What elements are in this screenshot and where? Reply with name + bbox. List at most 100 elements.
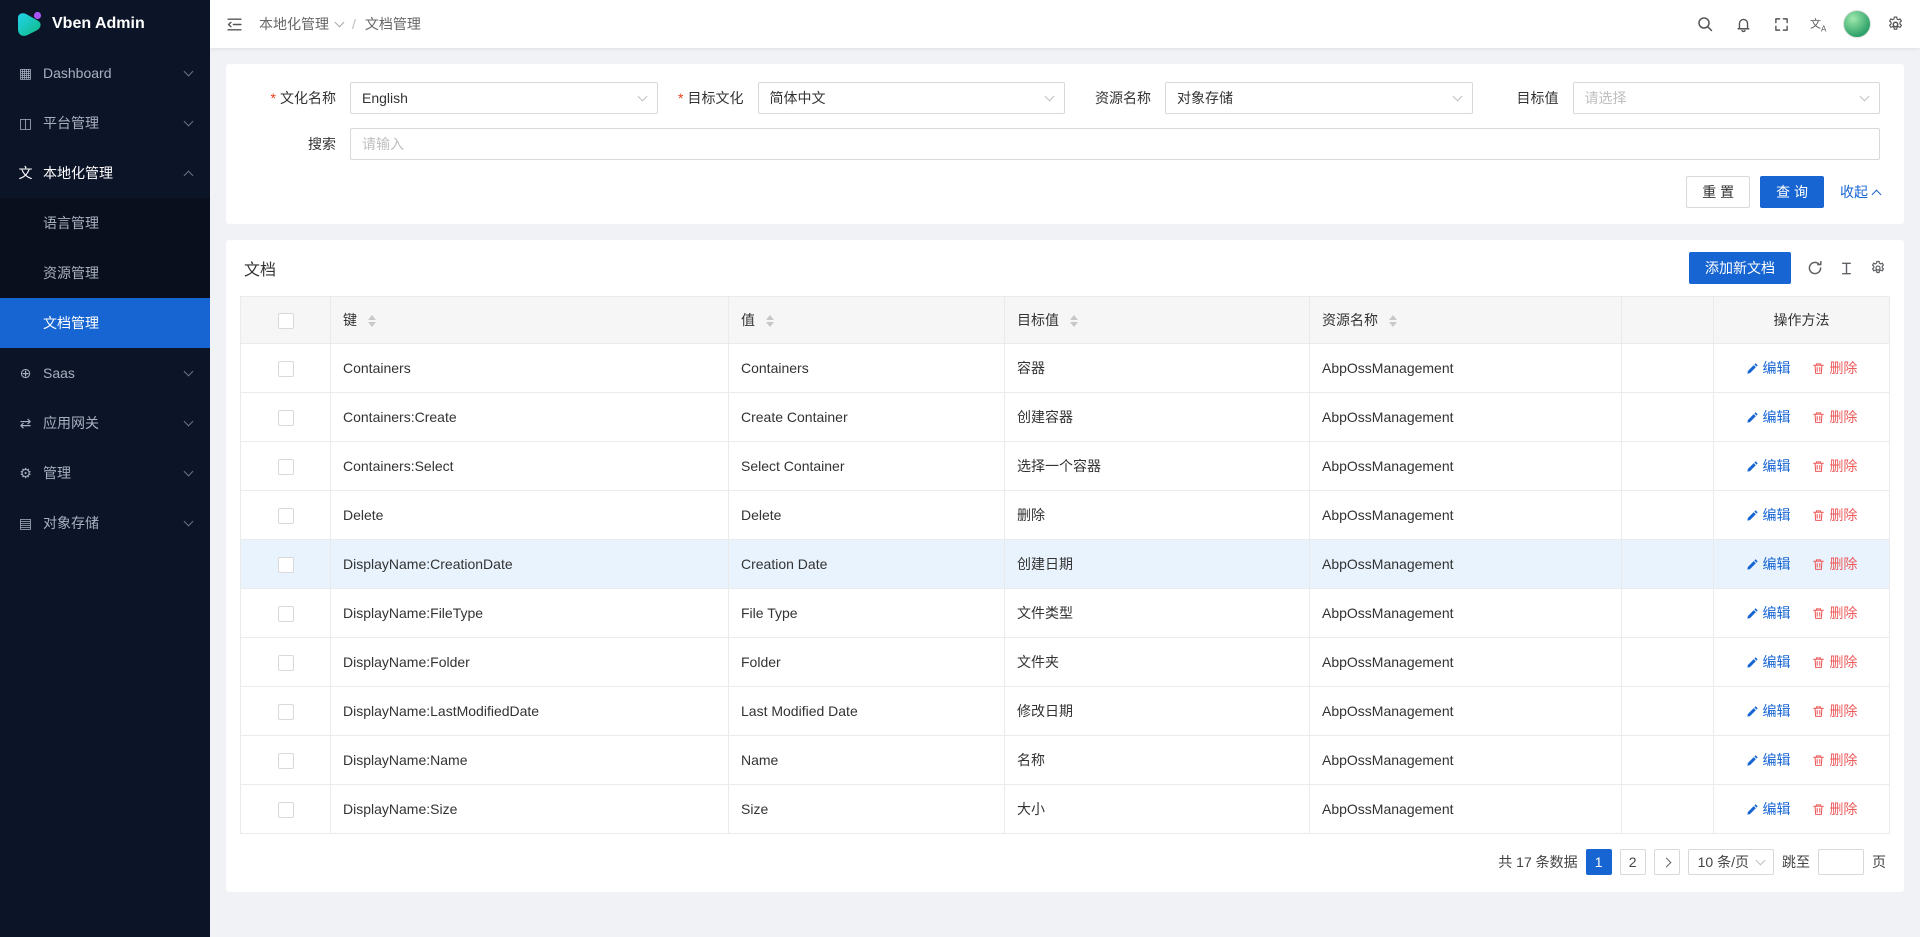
table-row[interactable]: DisplayName:Name Name 名称 AbpOssManagemen… (241, 736, 1890, 785)
refresh-icon[interactable] (1807, 260, 1823, 276)
fullscreen-icon[interactable] (1762, 0, 1800, 48)
cell-resource: AbpOssManagement (1310, 442, 1622, 491)
management-icon: ⚙ (17, 465, 34, 482)
edit-button[interactable]: 编辑 (1746, 358, 1791, 378)
edit-button[interactable]: 编辑 (1746, 652, 1791, 672)
pencil-icon (1746, 460, 1759, 473)
sidebar-item-localization[interactable]: 文 本地化管理 (0, 148, 210, 198)
edit-button[interactable]: 编辑 (1746, 750, 1791, 770)
collapse-link[interactable]: 收起 (1840, 182, 1880, 202)
sidebar-item-document-management[interactable]: 文档管理 (0, 298, 210, 348)
sidebar-item-language-management[interactable]: 语言管理 (0, 198, 210, 248)
culture-select[interactable]: English (350, 82, 658, 114)
row-checkbox[interactable] (278, 361, 294, 377)
column-header-value[interactable]: 值 (729, 297, 1005, 344)
delete-button[interactable]: 删除 (1812, 505, 1857, 525)
sidebar-item-platform[interactable]: ◫ 平台管理 (0, 98, 210, 148)
table-row[interactable]: DisplayName:Folder Folder 文件夹 AbpOssMana… (241, 638, 1890, 687)
page-button-2[interactable]: 2 (1620, 849, 1646, 875)
chevron-down-icon (184, 466, 194, 476)
svg-text:A: A (1821, 24, 1827, 33)
edit-button[interactable]: 编辑 (1746, 701, 1791, 721)
sidebar-item-saas[interactable]: ⊕ Saas (0, 348, 210, 398)
sidebar-item-object-storage[interactable]: ▤ 对象存储 (0, 498, 210, 548)
row-checkbox[interactable] (278, 753, 294, 769)
sidebar-fold-icon[interactable] (226, 16, 243, 33)
search-icon[interactable] (1686, 0, 1724, 48)
jump-page-input[interactable] (1818, 849, 1864, 875)
select-all-header[interactable] (241, 297, 331, 344)
edit-button[interactable]: 编辑 (1746, 407, 1791, 427)
row-checkbox[interactable] (278, 606, 294, 622)
table-row[interactable]: Delete Delete 删除 AbpOssManagement 编辑 (241, 491, 1890, 540)
add-document-button[interactable]: 添加新文档 (1689, 252, 1791, 284)
next-page-button[interactable] (1654, 849, 1680, 875)
table-row[interactable]: Containers:Create Create Container 创建容器 … (241, 393, 1890, 442)
row-height-icon[interactable] (1839, 261, 1854, 276)
chevron-down-icon (184, 366, 194, 376)
topbar: 本地化管理 / 文档管理 (210, 0, 1920, 48)
table-row[interactable]: DisplayName:FileType File Type 文件类型 AbpO… (241, 589, 1890, 638)
delete-button[interactable]: 删除 (1812, 456, 1857, 476)
sidebar-item-resource-management[interactable]: 资源管理 (0, 248, 210, 298)
edit-button[interactable]: 编辑 (1746, 603, 1791, 623)
delete-button[interactable]: 删除 (1812, 799, 1857, 819)
table-row[interactable]: Containers:Select Select Container 选择一个容… (241, 442, 1890, 491)
page-button-1[interactable]: 1 (1586, 849, 1612, 875)
translate-icon[interactable]: 文 A (1800, 0, 1838, 48)
delete-button[interactable]: 删除 (1812, 652, 1857, 672)
row-checkbox[interactable] (278, 508, 294, 524)
column-header-resource[interactable]: 资源名称 (1310, 297, 1622, 344)
cell-key: Containers (331, 344, 729, 393)
row-checkbox[interactable] (278, 655, 294, 671)
delete-button[interactable]: 删除 (1812, 750, 1857, 770)
delete-button[interactable]: 删除 (1812, 701, 1857, 721)
sidebar-item-dashboard[interactable]: ▦ Dashboard (0, 48, 210, 98)
settings-gear-icon[interactable] (1876, 0, 1914, 48)
reset-button[interactable]: 重 置 (1686, 176, 1750, 208)
table-row[interactable]: Containers Containers 容器 AbpOssManagemen… (241, 344, 1890, 393)
column-header-key[interactable]: 键 (331, 297, 729, 344)
svg-text:文: 文 (1810, 16, 1821, 30)
table-row[interactable]: DisplayName:CreationDate Creation Date 创… (241, 540, 1890, 589)
row-checkbox[interactable] (278, 459, 294, 475)
notification-bell-icon[interactable] (1724, 0, 1762, 48)
cell-key: DisplayName:Folder (331, 638, 729, 687)
edit-button[interactable]: 编辑 (1746, 799, 1791, 819)
edit-label: 编辑 (1763, 701, 1791, 721)
cell-empty (1622, 736, 1714, 785)
page-size-select[interactable]: 10 条/页 (1688, 849, 1774, 875)
row-checkbox[interactable] (278, 557, 294, 573)
select-all-checkbox[interactable] (278, 313, 294, 329)
delete-button[interactable]: 删除 (1812, 554, 1857, 574)
delete-button[interactable]: 删除 (1812, 358, 1857, 378)
query-button[interactable]: 查 询 (1760, 176, 1824, 208)
sidebar-item-gateway[interactable]: ⇄ 应用网关 (0, 398, 210, 448)
edit-button[interactable]: 编辑 (1746, 505, 1791, 525)
user-avatar[interactable] (1838, 0, 1876, 48)
sidebar-item-management[interactable]: ⚙ 管理 (0, 448, 210, 498)
cell-empty (1622, 491, 1714, 540)
target-culture-select[interactable]: 简体中文 (758, 82, 1066, 114)
delete-label: 删除 (1829, 456, 1857, 476)
row-checkbox[interactable] (278, 410, 294, 426)
table-row[interactable]: DisplayName:Size Size 大小 AbpOssManagemen… (241, 785, 1890, 834)
row-checkbox[interactable] (278, 704, 294, 720)
search-input[interactable] (350, 128, 1880, 160)
breadcrumb-parent[interactable]: 本地化管理 (259, 14, 343, 34)
table-row[interactable]: DisplayName:LastModifiedDate Last Modifi… (241, 687, 1890, 736)
edit-button[interactable]: 编辑 (1746, 554, 1791, 574)
logo[interactable]: Vben Admin (0, 0, 210, 48)
column-settings-gear-icon[interactable] (1870, 260, 1886, 276)
delete-button[interactable]: 删除 (1812, 603, 1857, 623)
target-value-select[interactable]: 请选择 (1573, 82, 1881, 114)
column-header-target[interactable]: 目标值 (1005, 297, 1310, 344)
edit-button[interactable]: 编辑 (1746, 456, 1791, 476)
sidebar-item-label: 平台管理 (43, 113, 185, 133)
cell-resource: AbpOssManagement (1310, 344, 1622, 393)
delete-button[interactable]: 删除 (1812, 407, 1857, 427)
row-checkbox[interactable] (278, 802, 294, 818)
resource-select[interactable]: 对象存储 (1165, 82, 1473, 114)
pagination: 共 17 条数据 1 2 10 条/页 跳至 页 (240, 834, 1890, 890)
chevron-down-icon (184, 416, 194, 426)
